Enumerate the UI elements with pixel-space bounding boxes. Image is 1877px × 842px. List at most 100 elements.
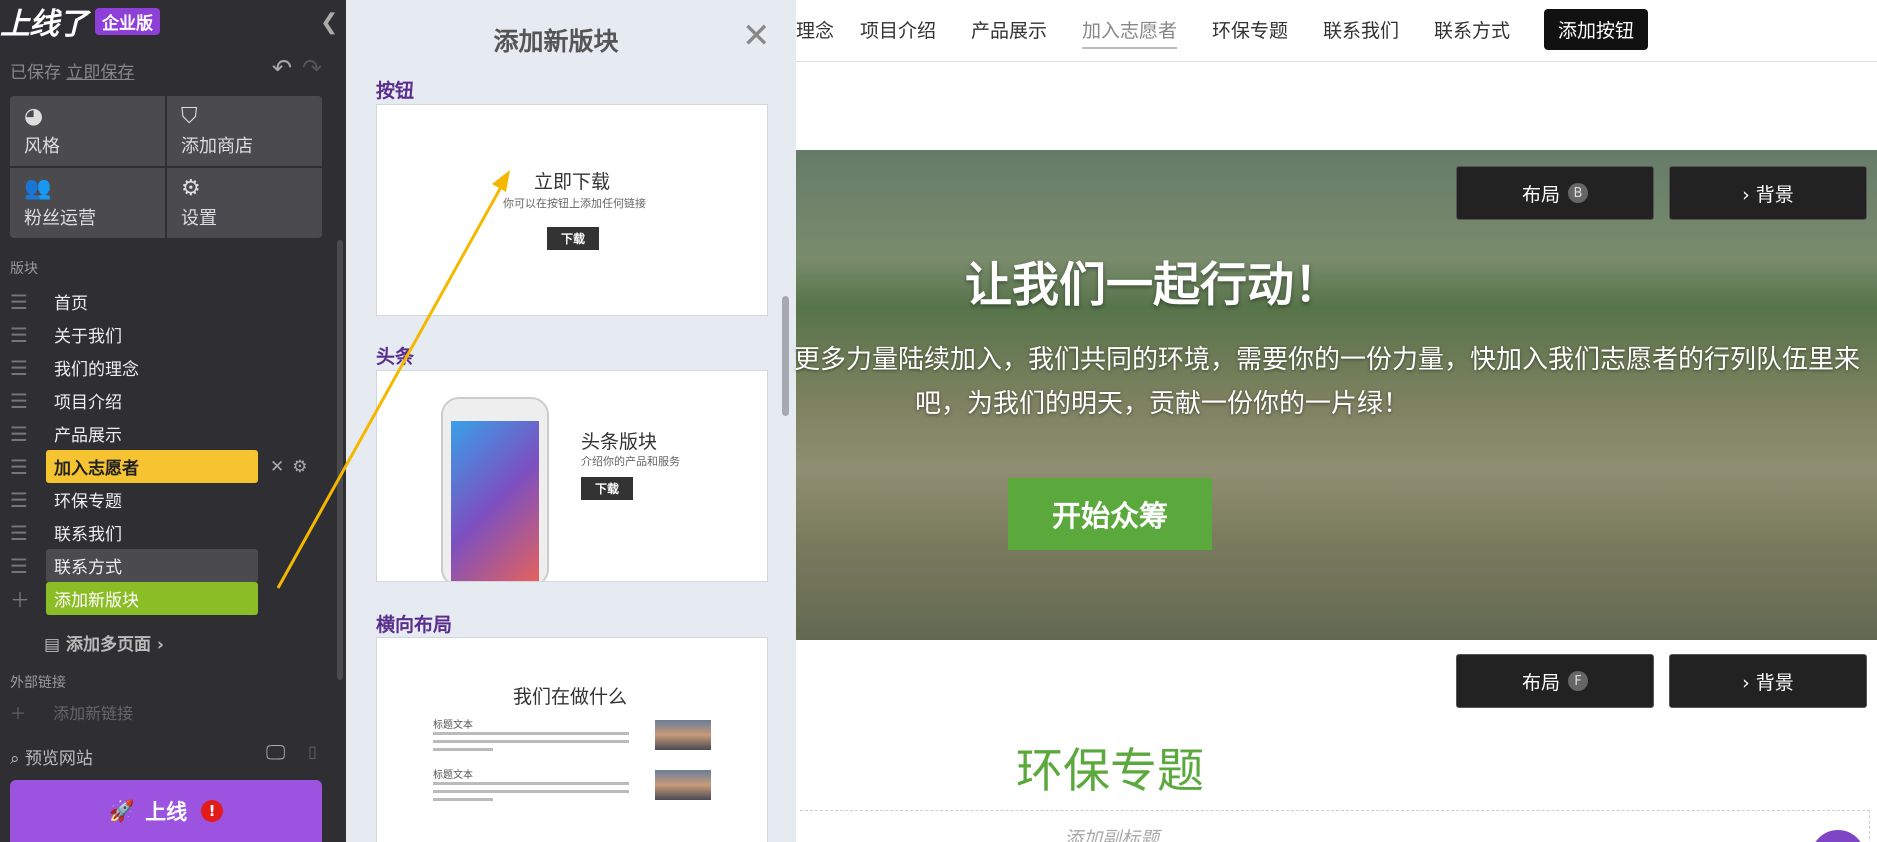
template-subtitle: 介绍你的产品和服务 — [581, 455, 680, 468]
saved-status-text: 已保存 — [10, 63, 61, 83]
hero-section: 布局 B › 背景 让我们一起行动！ 更多力量陆续加入，我们共同的环境，需要你的… — [794, 150, 1877, 640]
drag-handle-icon[interactable]: ☰ — [10, 455, 36, 479]
users-icon: 👥 — [24, 176, 52, 201]
brand: 上线了 企业版 — [0, 2, 160, 42]
section-title[interactable]: 环保专题 — [1016, 732, 1204, 801]
drag-handle-icon[interactable]: ☰ — [10, 521, 36, 545]
layout-label: 布局 — [1521, 671, 1560, 694]
template-subtitle: 你可以在按钮上添加任何链接 — [503, 197, 646, 210]
add-new-link[interactable]: ＋ 添加新链接 — [10, 700, 133, 724]
category-horizontal-label: 横向布局 — [376, 614, 453, 636]
drag-handle-icon[interactable]: ☰ — [10, 554, 36, 578]
tool-label: 设置 — [181, 208, 217, 229]
collapse-sidebar-icon[interactable]: ❮ — [320, 10, 338, 35]
save-status: 已保存 立即保存 — [10, 58, 134, 83]
redo-icon[interactable]: ↷ — [302, 54, 322, 82]
layout-label: 布局 — [1521, 183, 1560, 206]
template-title: 我们在做什么 — [513, 686, 628, 708]
drag-handle-icon[interactable]: ☰ — [10, 488, 36, 512]
warning-badge: ! — [201, 800, 224, 822]
drag-handle-icon[interactable]: ☰ — [10, 422, 36, 446]
chevron-right-icon: › — [156, 635, 164, 655]
nav-item-projects[interactable]: 项目介绍 — [860, 16, 936, 43]
external-links-label: 外部链接 — [10, 675, 66, 691]
site-nav: 理念 项目介绍 产品展示 加入志愿者 环保专题 联系我们 联系方式 添加按钮 — [796, 0, 1877, 62]
preview-site-link[interactable]: ⌕ 预览网站 — [10, 744, 93, 769]
tool-style[interactable]: ◕ 风格 — [10, 96, 165, 166]
layout-button[interactable]: 布局 F — [1456, 654, 1654, 708]
layout-button[interactable]: 布局 B — [1456, 166, 1654, 220]
plus-icon: ＋ — [10, 704, 27, 723]
add-multipage-label: 添加多页面 — [65, 635, 151, 655]
close-icon[interactable]: ✕ — [742, 16, 771, 56]
block-label: 关于我们 — [54, 327, 122, 347]
nav-item-eco[interactable]: 环保专题 — [1212, 16, 1288, 43]
brand-logo: 上线了 — [0, 7, 88, 42]
drag-handle-icon[interactable]: ☰ — [10, 356, 36, 380]
subtitle-frame — [800, 810, 1870, 842]
template-title: 立即下载 — [534, 171, 611, 193]
block-template-horizontal[interactable]: 我们在做什么 标题文本 标题文本 — [376, 637, 768, 842]
save-now-link[interactable]: 立即保存 — [66, 63, 134, 83]
site-preview: 理念 项目介绍 产品展示 加入志愿者 环保专题 联系我们 联系方式 添加按钮 布… — [794, 0, 1877, 842]
nav-item-volunteer[interactable]: 加入志愿者 — [1082, 16, 1178, 49]
shop-bag-icon: ⛉ — [181, 104, 198, 129]
block-label: 联系方式 — [46, 549, 258, 582]
tool-label: 粉丝运营 — [24, 208, 96, 229]
hero-title[interactable]: 让我们一起行动！ — [796, 246, 1510, 315]
edition-badge: 企业版 — [95, 7, 160, 35]
go-live-button[interactable]: 🚀 上线 ! — [10, 780, 322, 842]
category-button-label: 按钮 — [376, 80, 415, 102]
layout-key-badge: F — [1568, 671, 1588, 691]
template-item-title: 标题文本 — [433, 720, 473, 731]
block-label: 环保专题 — [54, 492, 122, 512]
template-button: 下载 — [547, 227, 600, 250]
block-label-active: 加入志愿者 — [46, 450, 258, 483]
tool-label: 风格 — [24, 136, 60, 157]
nav-item-contact-info[interactable]: 联系方式 — [1434, 16, 1510, 43]
nav-item-contact-us[interactable]: 联系我们 — [1323, 16, 1399, 43]
nav-item-philosophy[interactable]: 理念 — [796, 16, 834, 43]
block-label: 联系我们 — [54, 525, 122, 545]
template-thumbnail — [655, 770, 711, 800]
go-live-label: 上线 — [145, 800, 188, 824]
add-multipage-button[interactable]: ▤ 添加多页面 › — [44, 630, 164, 655]
rocket-icon: 🚀 — [108, 798, 136, 823]
desktop-icon[interactable]: 🖵 — [266, 740, 285, 764]
palette-icon: ◕ — [24, 104, 44, 129]
background-label: › 背景 — [1742, 183, 1794, 206]
hero-desc-line: 更多力量陆续加入，我们共同的环境，需要你的一份力量，快加入我们志愿者的行列队伍里… — [793, 345, 1860, 375]
blocks-section-label: 版块 — [10, 261, 38, 277]
background-button[interactable]: › 背景 — [1669, 654, 1867, 708]
mobile-icon[interactable]: ▯ — [308, 742, 317, 761]
panel-title: 添加新版块 — [493, 27, 619, 56]
nav-add-button[interactable]: 添加按钮 — [1544, 9, 1649, 50]
block-label: 项目介绍 — [54, 393, 122, 413]
pages-icon: ▤ — [44, 635, 61, 655]
nav-item-products[interactable]: 产品展示 — [971, 16, 1047, 43]
template-title: 头条版块 — [581, 431, 658, 453]
background-label: › 背景 — [1742, 671, 1794, 694]
crowdfund-button[interactable]: 开始众筹 — [1008, 478, 1212, 550]
undo-icon[interactable]: ↶ — [272, 54, 292, 82]
tool-add-shop[interactable]: ⛉ 添加商店 — [167, 96, 322, 166]
tool-label: 添加商店 — [181, 136, 253, 157]
preview-label: 预览网站 — [24, 749, 93, 769]
block-label: 我们的理念 — [54, 360, 139, 380]
template-thumbnail — [655, 720, 711, 750]
subtitle-placeholder[interactable]: 添加副标题 — [1064, 824, 1159, 842]
annotation-arrow — [276, 170, 510, 589]
plus-icon[interactable]: ＋ — [10, 584, 36, 613]
tool-fans[interactable]: 👥 粉丝运营 — [10, 168, 165, 238]
search-icon: ⌕ — [10, 749, 20, 769]
drag-handle-icon[interactable]: ☰ — [10, 389, 36, 413]
block-label: 产品展示 — [54, 426, 122, 446]
template-button: 下载 — [581, 477, 634, 500]
template-item-title: 标题文本 — [433, 770, 473, 781]
hero-description[interactable]: 更多力量陆续加入，我们共同的环境，需要你的一份力量，快加入我们志愿者的行列队伍里… — [786, 338, 1868, 426]
add-block-button[interactable]: 添加新版块 — [46, 582, 258, 615]
layout-key-badge: B — [1568, 183, 1588, 203]
drag-handle-icon[interactable]: ☰ — [10, 323, 36, 347]
background-button[interactable]: › 背景 — [1669, 166, 1867, 220]
drag-handle-icon[interactable]: ☰ — [10, 290, 36, 314]
